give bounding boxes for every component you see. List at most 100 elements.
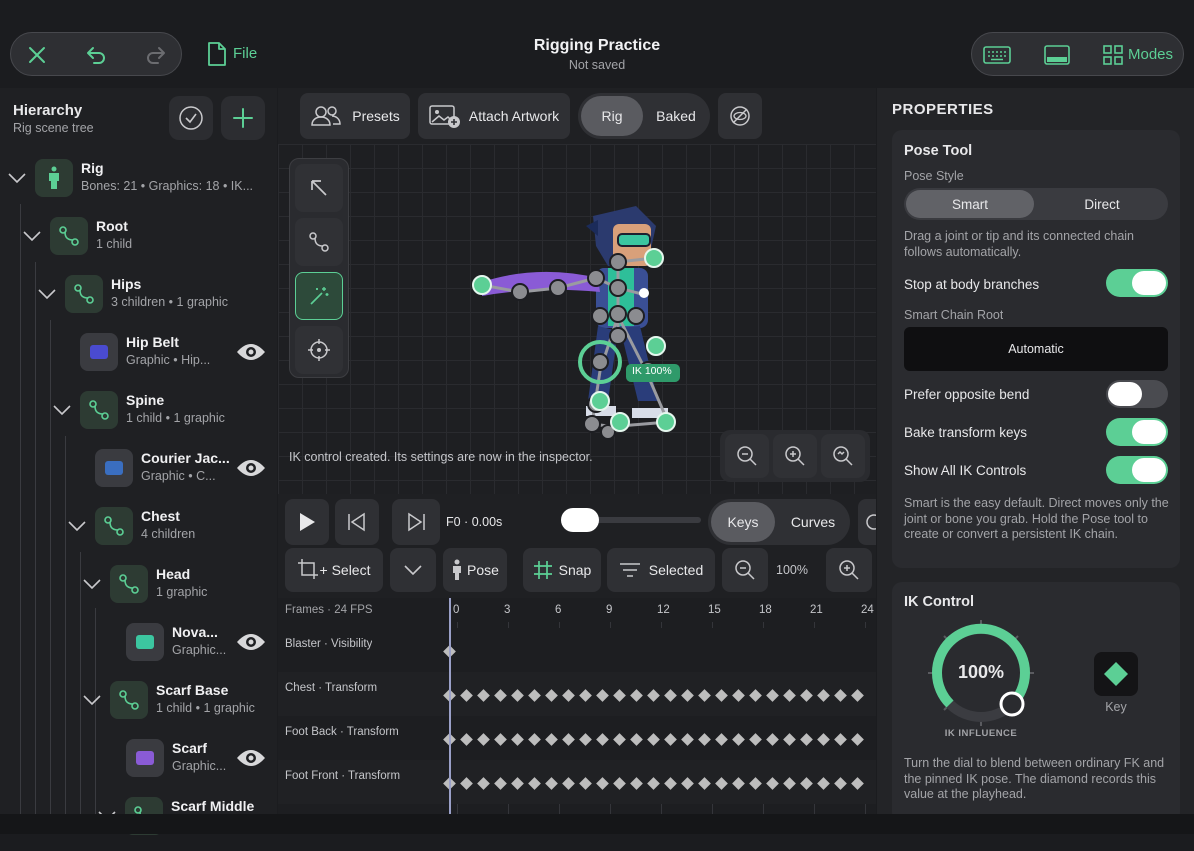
keyframe[interactable]: [647, 733, 660, 746]
keyframe[interactable]: [528, 689, 541, 702]
tree-row[interactable]: Courier Jac... Graphic • C...: [0, 445, 276, 503]
tree-row[interactable]: Root 1 child: [0, 213, 276, 271]
keyframe[interactable]: [766, 689, 779, 702]
timeline-track[interactable]: Foot Back · Transform: [278, 716, 876, 760]
eye-icon[interactable]: [236, 458, 266, 478]
playhead-slider[interactable]: [561, 508, 701, 532]
keyframe[interactable]: [681, 689, 694, 702]
keyframe[interactable]: [494, 689, 507, 702]
presets-button[interactable]: Presets: [300, 93, 410, 139]
keyframe[interactable]: [477, 733, 490, 746]
attach-artwork-button[interactable]: Attach Artwork: [418, 93, 570, 139]
keyframe[interactable]: [715, 733, 728, 746]
chevron-down-icon[interactable]: [67, 520, 87, 532]
keyframe[interactable]: [596, 733, 609, 746]
step-forward-button[interactable]: [392, 499, 440, 545]
keyframe[interactable]: [528, 777, 541, 790]
keyframe[interactable]: [545, 733, 558, 746]
keyframe[interactable]: [715, 777, 728, 790]
chevron-down-icon[interactable]: [7, 172, 27, 184]
keyframe[interactable]: [732, 689, 745, 702]
keyframe[interactable]: [664, 733, 677, 746]
keyframe[interactable]: [596, 689, 609, 702]
prefer-bend-toggle[interactable]: [1106, 380, 1168, 408]
rig-segment[interactable]: Rig: [581, 96, 643, 136]
keyframe[interactable]: [681, 733, 694, 746]
tree-row[interactable]: Spine 1 child • 1 graphic: [0, 387, 276, 445]
keyframe[interactable]: [783, 733, 796, 746]
keyboard-icon[interactable]: [982, 43, 1012, 67]
keyframe[interactable]: [528, 733, 541, 746]
tree-row[interactable]: Head 1 graphic: [0, 561, 276, 619]
keyframe[interactable]: [647, 689, 660, 702]
keyframe[interactable]: [766, 777, 779, 790]
keyframe[interactable]: [613, 689, 626, 702]
keyframe[interactable]: [800, 689, 813, 702]
keyframe[interactable]: [698, 689, 711, 702]
tree-row[interactable]: Scarf Graphic...: [0, 735, 276, 793]
keyframe[interactable]: [477, 777, 490, 790]
keyframe[interactable]: [511, 733, 524, 746]
confirm-button[interactable]: [169, 96, 213, 140]
tree-row[interactable]: Chest 4 children: [0, 503, 276, 561]
tree-row[interactable]: Hips 3 children • 1 graphic: [0, 271, 276, 329]
keyframe[interactable]: [800, 777, 813, 790]
keyframe[interactable]: [511, 689, 524, 702]
tree-row[interactable]: Scarf Base 1 child • 1 graphic: [0, 677, 276, 735]
keyframe[interactable]: [783, 777, 796, 790]
playhead-knob[interactable]: [561, 508, 599, 532]
keyframe[interactable]: [460, 689, 473, 702]
timeline-zoom-in-button[interactable]: [826, 548, 872, 592]
keyframe[interactable]: [545, 777, 558, 790]
select-mode-button[interactable]: + Select: [285, 548, 383, 592]
zoom-out-button[interactable]: [725, 434, 769, 478]
keyframe[interactable]: [783, 689, 796, 702]
keyframe[interactable]: [460, 777, 473, 790]
zoom-in-button[interactable]: [773, 434, 817, 478]
stop-branches-toggle[interactable]: [1106, 269, 1168, 297]
chevron-down-icon[interactable]: [22, 230, 42, 242]
redo-icon[interactable]: [143, 43, 169, 67]
play-button[interactable]: [285, 499, 329, 545]
tree-row[interactable]: Nova... Graphic...: [0, 619, 276, 677]
keyframe[interactable]: [630, 689, 643, 702]
selected-filter-button[interactable]: Selected: [607, 548, 715, 592]
eye-icon[interactable]: [236, 632, 266, 652]
character-rig[interactable]: [468, 196, 688, 446]
close-icon[interactable]: [25, 43, 49, 67]
curves-segment[interactable]: Curves: [780, 502, 846, 542]
keyframe[interactable]: [613, 733, 626, 746]
key-button[interactable]: [1094, 652, 1138, 696]
keyframe[interactable]: [851, 689, 864, 702]
keyframe[interactable]: [681, 777, 694, 790]
chevron-down-icon[interactable]: [82, 694, 102, 706]
visibility-off-button[interactable]: [718, 93, 762, 139]
snap-button[interactable]: Snap: [523, 548, 601, 592]
keyframe[interactable]: [732, 777, 745, 790]
step-back-button[interactable]: [335, 499, 379, 545]
keyframe[interactable]: [834, 733, 847, 746]
keys-segment[interactable]: Keys: [711, 502, 775, 542]
tree-row[interactable]: Hip Belt Graphic • Hip...: [0, 329, 276, 387]
keyframe[interactable]: [460, 733, 473, 746]
pose-mode-button[interactable]: Pose: [443, 548, 507, 592]
keyframe[interactable]: [664, 777, 677, 790]
keyframe[interactable]: [545, 689, 558, 702]
chain-root-select[interactable]: Automatic: [904, 327, 1168, 371]
timeline-track[interactable]: Chest · Transform: [278, 672, 876, 716]
keyframe[interactable]: [477, 689, 490, 702]
keyframe[interactable]: [613, 777, 626, 790]
timeline-track[interactable]: Blaster · Visibility: [278, 628, 876, 672]
keyframe[interactable]: [562, 733, 575, 746]
file-button[interactable]: File: [206, 41, 266, 67]
keyframe[interactable]: [749, 733, 762, 746]
bake-keys-toggle[interactable]: [1106, 418, 1168, 446]
rig-canvas[interactable]: IK 100% IK control created. Its settings…: [278, 144, 876, 494]
keyframe[interactable]: [664, 689, 677, 702]
eye-icon[interactable]: [236, 342, 266, 362]
keyframe[interactable]: [834, 777, 847, 790]
keyframe[interactable]: [579, 777, 592, 790]
select-arrow-tool[interactable]: [295, 164, 343, 212]
smart-segment[interactable]: Smart: [906, 190, 1034, 218]
target-tool[interactable]: [295, 326, 343, 374]
